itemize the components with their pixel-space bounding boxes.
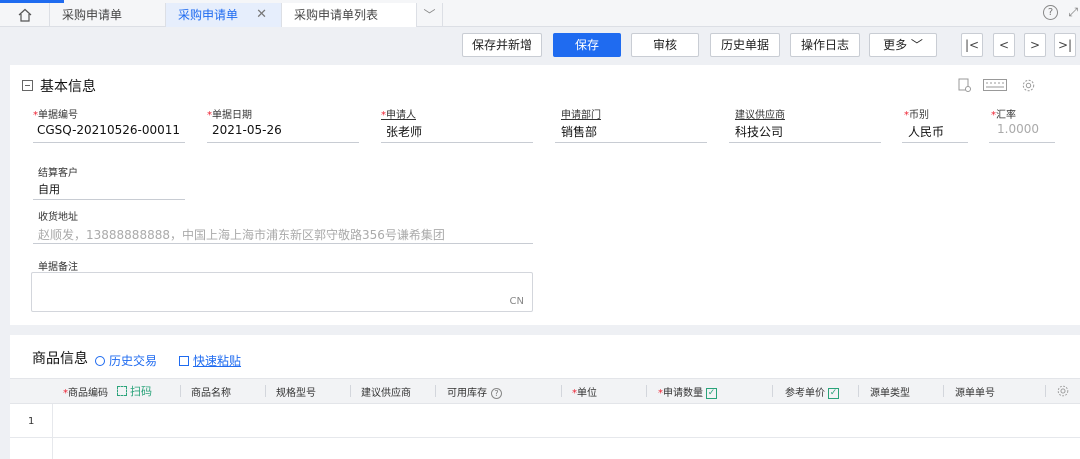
department-field[interactable]: 销售部: [559, 123, 597, 140]
customer-underline: [33, 199, 185, 200]
audit-button[interactable]: 审核: [631, 33, 699, 57]
collapse-icon[interactable]: [22, 80, 33, 91]
scan-icon: [117, 386, 127, 396]
rate-underline: [989, 142, 1055, 143]
first-record-icon[interactable]: |<: [961, 33, 983, 57]
qty-batch-edit-icon[interactable]: ✓: [706, 387, 717, 399]
department-underline: [555, 142, 707, 143]
currency-label: *币别: [904, 110, 929, 121]
col-divider: [772, 385, 773, 397]
applicant-underline: [381, 142, 533, 143]
row-number-divider: [52, 404, 53, 459]
department-label[interactable]: 申请部门: [561, 106, 601, 121]
save-and-new-button[interactable]: 保存并新增: [462, 33, 542, 57]
currency-field[interactable]: 人民币: [906, 123, 944, 140]
next-record-icon[interactable]: >: [1024, 33, 1046, 57]
keyboard-icon[interactable]: [983, 79, 1007, 91]
close-icon[interactable]: ✕: [256, 3, 267, 27]
tab-home[interactable]: [0, 3, 50, 27]
rate-field[interactable]: 1.0000: [995, 122, 1039, 136]
tab-label: 采购申请单列表: [294, 8, 379, 22]
address-field[interactable]: 赵顺发，13888888888，中国上海上海市浦东新区郭守敬路356号谦希集团: [36, 226, 445, 243]
col-divider: [561, 385, 562, 397]
doc-no-field[interactable]: CGSQ-20210526-00011: [35, 123, 180, 137]
print-settings-icon[interactable]: [958, 78, 971, 92]
doc-date-underline: [207, 142, 359, 143]
col-divider: [858, 385, 859, 397]
expand-icon[interactable]: ⤢: [1068, 5, 1078, 20]
doc-no-label: *单据编号: [33, 110, 78, 121]
input-method-badge: CN: [509, 296, 524, 307]
doc-date-field[interactable]: 2021-05-26: [210, 123, 282, 137]
last-record-icon[interactable]: >|: [1054, 33, 1076, 57]
col-name: 商品名称: [191, 388, 231, 399]
paste-icon: [179, 356, 189, 366]
applicant-field[interactable]: 张老师: [384, 123, 422, 140]
more-button[interactable]: 更多 ﹀: [869, 33, 937, 57]
help-icon[interactable]: ?: [1043, 5, 1058, 20]
col-divider: [646, 385, 647, 397]
currency-underline: [902, 142, 968, 143]
history-trade-link[interactable]: 历史交易: [95, 352, 157, 369]
price-batch-edit-icon[interactable]: ✓: [828, 387, 839, 399]
col-supplier: 建议供应商: [361, 388, 411, 399]
col-spec: 规格型号: [276, 388, 316, 399]
column-settings-gear-icon[interactable]: [1057, 385, 1069, 397]
remark-label: 单据备注: [38, 262, 78, 273]
help-icon[interactable]: ?: [491, 388, 502, 399]
col-divider: [1045, 385, 1046, 397]
goods-table-header: [10, 378, 1080, 404]
operation-log-button[interactable]: 操作日志: [790, 33, 860, 57]
tab-bar: 采购申请单 采购申请单 ✕ 采购申请单列表 ﹀ ? ⤢: [0, 0, 1080, 27]
col-divider: [350, 385, 351, 397]
table-row[interactable]: [10, 404, 1080, 438]
address-label: 收货地址: [38, 212, 78, 223]
quick-paste-link[interactable]: 快速粘贴: [179, 352, 241, 369]
home-icon: [18, 8, 31, 22]
col-divider: [435, 385, 436, 397]
doc-date-label: *单据日期: [207, 110, 252, 121]
supplier-label[interactable]: 建议供应商: [735, 106, 785, 121]
clock-icon: [95, 356, 105, 366]
col-unit: *单位: [572, 388, 597, 399]
col-divider: [265, 385, 266, 397]
row-number: 1: [28, 416, 35, 427]
tab-purchase-request-active[interactable]: 采购申请单 ✕: [166, 3, 282, 27]
gear-icon[interactable]: [1022, 79, 1035, 92]
basic-info-title: 基本信息: [40, 79, 96, 95]
col-divider: [943, 385, 944, 397]
rate-label: *汇率: [991, 110, 1016, 121]
col-divider: [180, 385, 181, 397]
customer-field[interactable]: 自用: [36, 181, 60, 197]
col-price: 参考单价 ✓: [785, 387, 839, 399]
applicant-label[interactable]: *申请人: [381, 106, 416, 121]
scan-button[interactable]: 扫码: [117, 383, 152, 399]
tab-purchase-request-list[interactable]: 采购申请单列表: [282, 3, 417, 27]
tab-label: 采购申请单: [178, 8, 239, 22]
tabs-more-chevron-icon[interactable]: ﹀: [417, 3, 443, 27]
col-qty: *申请数量 ✓: [658, 387, 717, 399]
history-documents-button[interactable]: 历史单据: [710, 33, 780, 57]
supplier-underline: [729, 142, 881, 143]
col-source-type: 源单类型: [870, 388, 910, 399]
goods-info-title: 商品信息: [32, 351, 88, 367]
col-code: *商品编码: [63, 388, 108, 399]
address-underline: [33, 243, 533, 244]
customer-label: 结算客户: [38, 168, 78, 179]
tab-purchase-request[interactable]: 采购申请单: [50, 3, 166, 27]
doc-no-underline: [33, 142, 185, 143]
table-row-empty: [10, 438, 1080, 459]
tab-label: 采购申请单: [62, 8, 123, 22]
prev-record-icon[interactable]: <: [993, 33, 1015, 57]
col-stock: 可用库存?: [447, 384, 502, 399]
remark-textarea[interactable]: CN: [31, 272, 533, 312]
supplier-field[interactable]: 科技公司: [733, 123, 783, 140]
save-button[interactable]: 保存: [553, 33, 621, 57]
col-source-no: 源单单号: [955, 388, 995, 399]
